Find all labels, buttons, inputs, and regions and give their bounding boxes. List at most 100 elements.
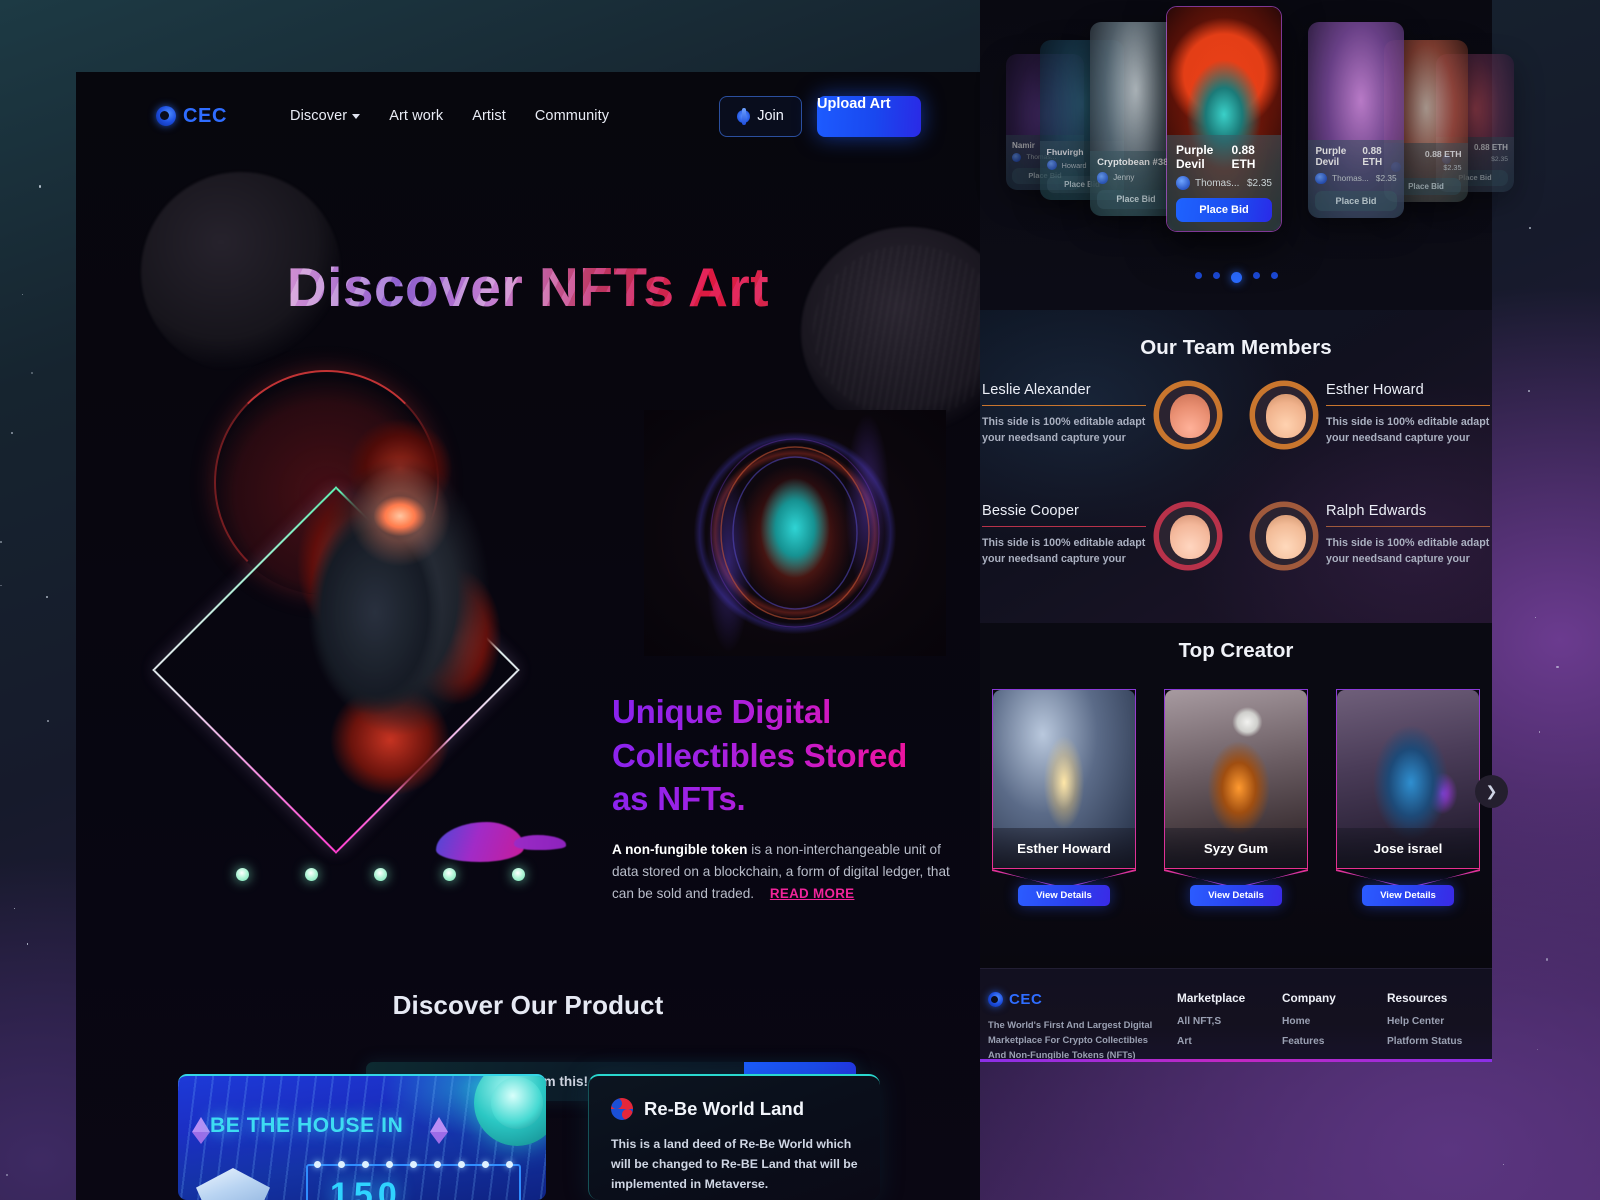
nft-owner-name: Thomas... (1332, 173, 1369, 183)
top-creator-cards: Esther Howard View Details Syzy Gum View De… (980, 689, 1492, 906)
carousel-dot[interactable] (1270, 272, 1278, 279)
read-more-link[interactable]: READ MORE (770, 886, 855, 901)
star (46, 596, 49, 599)
footer-link[interactable]: Home (1282, 1016, 1387, 1027)
footer-column: Resources Help Center Platform Status (1387, 991, 1492, 1062)
discover-product-title: Discover Our Product (392, 990, 664, 1020)
divider (982, 526, 1146, 527)
place-bid-button[interactable]: Place Bid (1315, 190, 1397, 211)
divider (1326, 526, 1490, 527)
hero-carousel-dot[interactable] (512, 868, 525, 881)
memoji-head (1266, 515, 1306, 559)
right-sections-column: Namir Thomas... Place Bid Fhuvirgh Howard Pla… (980, 0, 1514, 1062)
nft-price-usd: $2.35 (1246, 177, 1272, 189)
top-creator-card[interactable]: Esther Howard View Details (992, 689, 1136, 906)
team-member[interactable]: Leslie Alexander This side is 100% editab… (982, 382, 1221, 448)
place-bid-button[interactable]: Place Bid (1176, 198, 1272, 222)
hero-artwork-teal-skull[interactable] (644, 410, 946, 656)
star (1529, 226, 1531, 229)
carousel-dot[interactable] (1252, 272, 1260, 279)
nft-carousel: Namir Thomas... Place Bid Fhuvirgh Howard Pla… (980, 0, 1514, 310)
chevron-right-icon[interactable]: ❯ (1475, 775, 1508, 808)
hero-heading-line2: Collectibles Stored (612, 736, 908, 774)
brand-name: CEC (183, 104, 228, 127)
led-bulb (482, 1161, 489, 1168)
avatar (1155, 382, 1221, 448)
nft-name: Purple Devil (1176, 143, 1214, 171)
hero-carousel-dot[interactable] (305, 868, 318, 881)
star (21, 294, 23, 296)
nft-owner-row: Jenny (1097, 172, 1175, 184)
join-button[interactable]: Join (719, 95, 802, 137)
view-details-button[interactable]: View Details (1018, 885, 1110, 906)
team-member[interactable]: Ralph Edwards This side is 100% editable … (1251, 503, 1490, 569)
team-member[interactable]: Esther Howard This side is 100% editable … (1251, 382, 1490, 448)
place-bid-button[interactable]: Place Bid (1097, 189, 1175, 209)
top-creator-card[interactable]: Jose israel View Details (1336, 689, 1480, 906)
star (26, 943, 29, 946)
nft-card[interactable]: Purple Devil 0.88 ETH Thomas... $2.35 Place … (1166, 6, 1282, 232)
be-the-house-promo-card[interactable]: BE THE HOUSE IN 150 (178, 1074, 546, 1200)
team-section: Our Team Members Leslie Alexander This si… (980, 310, 1492, 623)
hero-copy-block: Unique Digital Collectibles Stored as NF… (612, 690, 980, 905)
nft-price-eth: 0.88 ETH (1231, 143, 1256, 171)
footer-link[interactable]: Features (1282, 1036, 1387, 1047)
footer-column: Marketplace All NFT,S Art (1177, 991, 1282, 1062)
nft-card[interactable]: Purple Devil 0.88 ETH Thomas... $2.35 Place … (1308, 22, 1404, 218)
nav-item-discover[interactable]: Discover (290, 108, 361, 124)
carousel-dot[interactable] (1230, 272, 1242, 283)
nav-item-artist[interactable]: Artist (472, 108, 506, 124)
ethereum-diamond-icon (192, 1132, 210, 1144)
star (1535, 617, 1537, 619)
hero-artwork-skull-diamond[interactable] (152, 362, 586, 854)
nav-item-discover-label: Discover (290, 108, 348, 124)
avatar (1012, 153, 1022, 163)
view-details-button[interactable]: View Details (1362, 885, 1454, 906)
creator-name: Esther Howard (1017, 840, 1111, 856)
view-details-button[interactable]: View Details (1190, 885, 1282, 906)
team-member-text: Bessie Cooper This side is 100% editable … (982, 503, 1146, 567)
led-bulb (314, 1161, 321, 1168)
footer-link[interactable]: Help Center (1387, 1016, 1492, 1027)
hero-carousel-dot[interactable] (374, 868, 387, 881)
team-member-name: Leslie Alexander (982, 382, 1091, 398)
nft-owner: Howard (1046, 160, 1087, 171)
nav-links: Discover Art work Artist Community (290, 108, 609, 124)
upload-art-button[interactable]: Upload Art (817, 95, 921, 137)
liquid-metal-skull-art (270, 404, 520, 804)
nav-item-artwork[interactable]: Art work (389, 108, 443, 124)
avatar (1176, 176, 1190, 190)
star (13, 907, 16, 910)
led-bulb (410, 1161, 417, 1168)
led-bulb (386, 1161, 393, 1168)
footer-link[interactable]: Art (1177, 1036, 1282, 1047)
decorative-sphere-right (801, 227, 980, 437)
cec-globe-logo-icon (156, 106, 176, 126)
creator-name-band: Esther Howard (993, 828, 1135, 868)
team-member-description: This side is 100% editable adapt your ne… (982, 537, 1146, 566)
nft-price-usd: $2.35 (1375, 173, 1397, 183)
nft-price-eth: 0.88 ETH (1362, 146, 1383, 169)
hero-carousel-dot[interactable] (443, 868, 456, 881)
hero-paragraph-bold: A non-fungible token (612, 841, 748, 857)
footer-logo[interactable]: CEC (988, 991, 1177, 1008)
brand-logo[interactable]: CEC (156, 105, 227, 128)
team-members-grid: Leslie Alexander This side is 100% editab… (980, 382, 1492, 569)
nft-owner: Jenny (1097, 172, 1134, 184)
avatar (1155, 503, 1221, 569)
carousel-dot[interactable] (1194, 272, 1202, 279)
nav-item-community[interactable]: Community (535, 108, 609, 124)
hero-carousel-dot[interactable] (236, 868, 249, 881)
star (0, 584, 3, 587)
footer-link[interactable]: Platform Status (1387, 1036, 1492, 1047)
team-member-name: Ralph Edwards (1326, 503, 1427, 519)
carousel-dot[interactable] (1212, 272, 1220, 279)
rebe-world-land-card[interactable]: Re-Be World Land This is a land deed of … (588, 1074, 880, 1200)
footer-link[interactable]: All NFT,S (1177, 1016, 1282, 1027)
hero-carousel-dots (236, 868, 536, 881)
creator-card-frame: Syzy Gum (1164, 689, 1308, 869)
team-member-text: Ralph Edwards This side is 100% editable … (1326, 503, 1490, 567)
top-creator-card[interactable]: Syzy Gum View Details (1164, 689, 1308, 906)
team-member[interactable]: Bessie Cooper This side is 100% editable … (982, 503, 1221, 569)
star (39, 185, 42, 188)
